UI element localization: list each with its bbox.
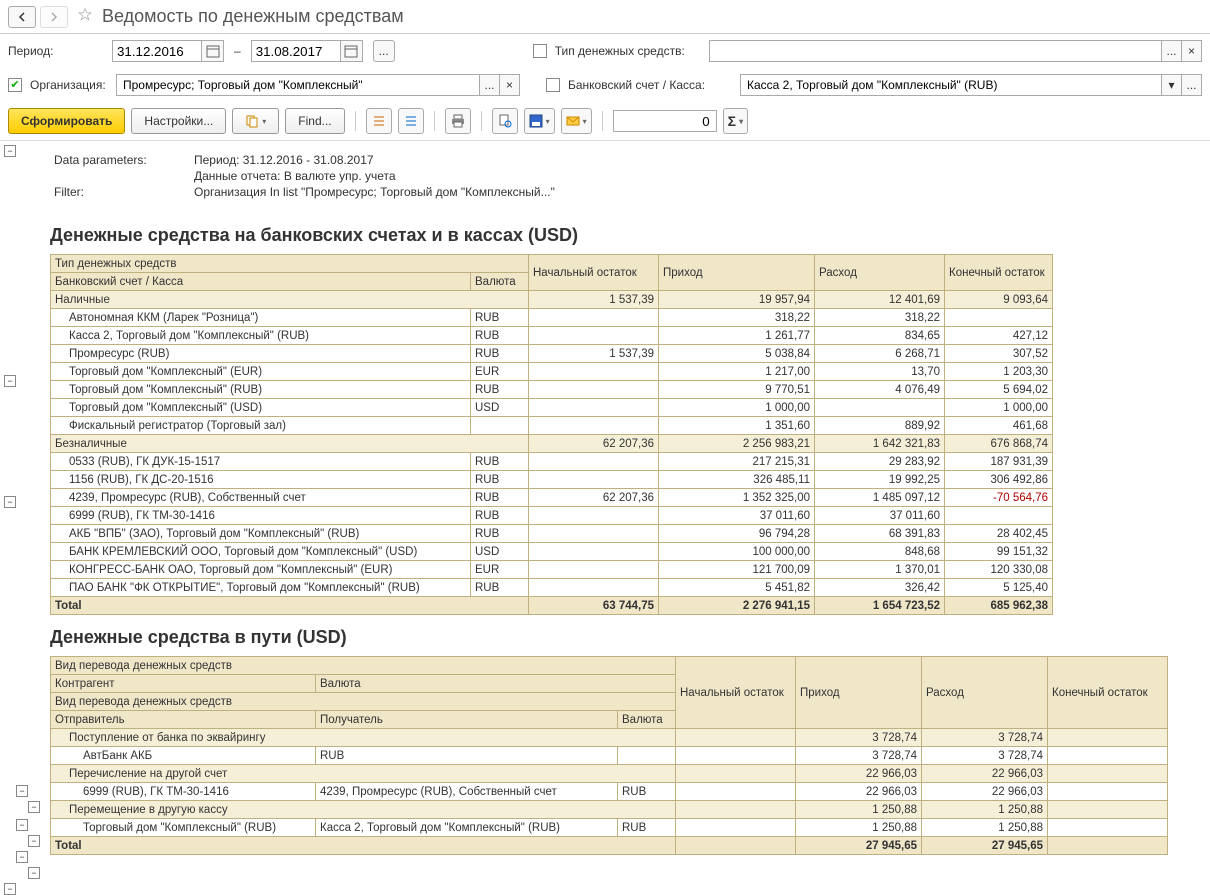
bank-checkbox[interactable]	[546, 78, 560, 92]
forward-button[interactable]	[40, 6, 68, 28]
type-funds-clear[interactable]: ×	[1182, 40, 1202, 62]
calendar-icon[interactable]	[202, 40, 224, 62]
date-to-input[interactable]	[251, 40, 341, 62]
sum-input[interactable]	[613, 110, 717, 132]
data-row[interactable]: Касса 2, Торговый дом "Комплексный" (RUB…	[51, 327, 1203, 345]
data-row[interactable]: Автономная ККМ (Ларек "Розница")RUB318,2…	[51, 309, 1203, 327]
bank-label: Банковский счет / Касса:	[568, 78, 736, 92]
org-select[interactable]: ...	[480, 74, 500, 96]
section2-table: Вид перевода денежных средствНачальный о…	[50, 656, 1202, 855]
data-row[interactable]: Торговый дом "Комплексный" (RUB)Касса 2,…	[51, 819, 1203, 837]
toolbar: Сформировать Настройки... Find... Σ	[0, 102, 1210, 141]
outline-toggle[interactable]: −	[16, 819, 28, 831]
outline-toggle[interactable]: −	[16, 785, 28, 797]
collapse-all-button[interactable]	[398, 108, 424, 134]
type-funds-select[interactable]: ...	[1162, 40, 1182, 62]
outline-toggle[interactable]: −	[4, 375, 16, 387]
sigma-button[interactable]: Σ	[723, 108, 748, 134]
outline-column: − − − − − − − − − −	[0, 141, 46, 875]
filter-label: Filter:	[54, 185, 194, 199]
type-funds-checkbox[interactable]	[533, 44, 547, 58]
titlebar: Ведомость по денежным средствам	[0, 0, 1210, 34]
data-row[interactable]: 6999 (RUB), ГК ТМ-30-1416RUB37 011,6037 …	[51, 507, 1203, 525]
period-label: Период:	[8, 44, 108, 58]
save-button[interactable]	[524, 108, 555, 134]
filter-row-period: Период: – ... Тип денежных средств: ... …	[0, 34, 1210, 68]
group-row[interactable]: Перемещение в другую кассу1 250,881 250,…	[51, 801, 1203, 819]
type-funds-input[interactable]	[709, 40, 1162, 62]
params-block: Data parameters:Период: 31.12.2016 - 31.…	[50, 145, 1202, 213]
group-row[interactable]: Перечисление на другой счет22 966,0322 9…	[51, 765, 1203, 783]
bank-select[interactable]: ...	[1182, 74, 1202, 96]
date-from[interactable]	[112, 40, 224, 62]
section2-title: Денежные средства в пути (USD)	[50, 627, 1202, 648]
data-row[interactable]: 1156 (RUB), ГК ДС-20-1516RUB326 485,1119…	[51, 471, 1203, 489]
find-button[interactable]: Find...	[285, 108, 344, 134]
date-from-input[interactable]	[112, 40, 202, 62]
data-row[interactable]: АвтБанк АКБRUB3 728,743 728,74	[51, 747, 1203, 765]
data-row[interactable]: АКБ "ВПБ" (ЗАО), Торговый дом "Комплексн…	[51, 525, 1203, 543]
filter-row-org: Организация: ... × Банковский счет / Кас…	[0, 68, 1210, 102]
group-row[interactable]: Поступление от банка по эквайрингу3 728,…	[51, 729, 1203, 747]
outline-toggle[interactable]: −	[16, 851, 28, 863]
outline-toggle[interactable]: −	[4, 145, 16, 157]
data-row[interactable]: 4239, Промресурс (RUB), Собственный счет…	[51, 489, 1203, 507]
back-button[interactable]	[8, 6, 36, 28]
generate-button[interactable]: Сформировать	[8, 108, 125, 134]
outline-toggle[interactable]: −	[28, 835, 40, 847]
date-sep: –	[234, 44, 241, 58]
outline-toggle[interactable]: −	[28, 801, 40, 813]
data-row[interactable]: Торговый дом "Комплексный" (USD)USD1 000…	[51, 399, 1203, 417]
data-row[interactable]: Торговый дом "Комплексный" (EUR)EUR1 217…	[51, 363, 1203, 381]
settings-button[interactable]: Настройки...	[131, 108, 226, 134]
org-clear[interactable]: ×	[500, 74, 520, 96]
print-button[interactable]	[445, 108, 471, 134]
outline-toggle[interactable]: −	[4, 496, 16, 508]
org-checkbox[interactable]	[8, 78, 22, 92]
outline-toggle[interactable]: −	[28, 867, 40, 879]
page-title: Ведомость по денежным средствам	[102, 6, 404, 27]
data-row[interactable]: 6999 (RUB), ГК ТМ-30-14164239, Промресур…	[51, 783, 1203, 801]
bank-input[interactable]	[740, 74, 1162, 96]
preview-button[interactable]	[492, 108, 518, 134]
org-input[interactable]	[116, 74, 480, 96]
group-row[interactable]: Безналичные62 207,362 256 983,211 642 32…	[51, 435, 1203, 453]
data-row[interactable]: Фискальный регистратор (Торговый зал)1 3…	[51, 417, 1203, 435]
org-label: Организация:	[30, 78, 112, 92]
data-row[interactable]: КОНГРЕСС-БАНК ОАО, Торговый дом "Комплек…	[51, 561, 1203, 579]
data-row[interactable]: Промресурс (RUB)RUB1 537,395 038,846 268…	[51, 345, 1203, 363]
date-to[interactable]	[251, 40, 363, 62]
calendar-icon[interactable]	[341, 40, 363, 62]
outline-toggle[interactable]: −	[4, 883, 16, 895]
group-row[interactable]: Наличные1 537,3919 957,9412 401,699 093,…	[51, 291, 1203, 309]
period-select-button[interactable]: ...	[373, 40, 395, 62]
data-row[interactable]: ПАО БАНК "ФК ОТКРЫТИЕ", Торговый дом "Ко…	[51, 579, 1203, 597]
bank-dropdown[interactable]: ▾	[1162, 74, 1182, 96]
email-button[interactable]	[561, 108, 592, 134]
report-body: − − − − − − − − − − Data parameters:Пери…	[0, 141, 1210, 875]
expand-all-button[interactable]	[366, 108, 392, 134]
variants-button[interactable]	[232, 108, 279, 134]
type-funds-label: Тип денежных средств:	[555, 44, 705, 58]
favorite-icon[interactable]	[78, 8, 92, 25]
section1-title: Денежные средства на банковских счетах и…	[50, 225, 1202, 246]
section1-table: Тип денежных средствНачальный остатокПри…	[50, 254, 1202, 615]
data-row[interactable]: 0533 (RUB), ГК ДУК-15-1517RUB217 215,312…	[51, 453, 1203, 471]
params-label: Data parameters:	[54, 153, 194, 167]
data-row[interactable]: Торговый дом "Комплексный" (RUB)RUB9 770…	[51, 381, 1203, 399]
data-row[interactable]: БАНК КРЕМЛЕВСКИЙ ООО, Торговый дом "Комп…	[51, 543, 1203, 561]
